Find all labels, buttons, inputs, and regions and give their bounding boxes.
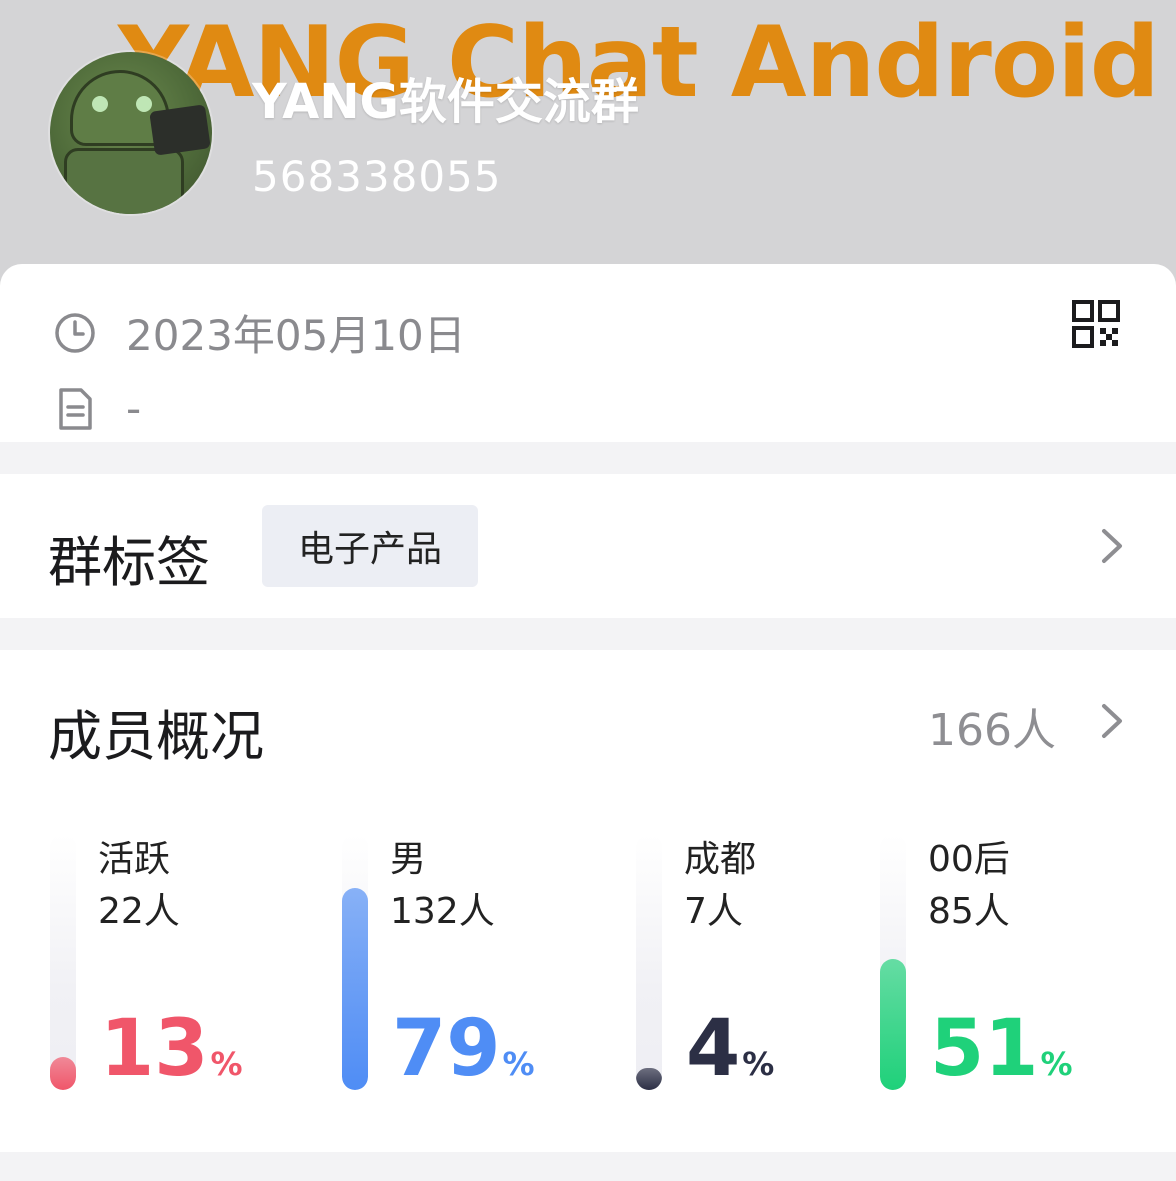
created-date: 2023年05月10日 bbox=[126, 311, 466, 360]
members-overview-card: 成员概况 166人 活跃 22人 13% 男 132人 79% 成都 7人 4%… bbox=[0, 650, 1176, 1152]
stat-bar-track bbox=[880, 834, 906, 1090]
stat-percent-value: 4 bbox=[686, 1004, 741, 1094]
percent-sign: % bbox=[502, 1045, 535, 1083]
group-description: - bbox=[126, 384, 142, 433]
stat-percent-value: 51 bbox=[930, 1004, 1039, 1094]
stat-count: 7人 bbox=[684, 891, 743, 932]
avatar-robot-body bbox=[64, 148, 184, 214]
qr-code-icon[interactable] bbox=[1072, 300, 1120, 348]
avatar-eye-right bbox=[136, 96, 152, 112]
stat-percent-value: 79 bbox=[392, 1004, 501, 1094]
stat-bar-fill bbox=[342, 888, 368, 1090]
group-tags-row[interactable]: 群标签 电子产品 bbox=[0, 474, 1176, 618]
group-profile-page: YANG Chat Android YANG软件交流群 568338055 20… bbox=[0, 0, 1176, 1181]
stat-bar-fill bbox=[880, 959, 906, 1090]
header-banner: YANG Chat Android YANG软件交流群 568338055 bbox=[0, 0, 1176, 290]
stat-male: 男 132人 79% bbox=[342, 830, 602, 1090]
members-count[interactable]: 166人 bbox=[928, 694, 1056, 758]
stat-label: 成都 bbox=[684, 839, 757, 880]
chevron-right-icon bbox=[1102, 529, 1122, 563]
clock-icon bbox=[52, 310, 98, 356]
stat-count: 132人 bbox=[390, 891, 495, 932]
stat-age: 00后 85人 51% bbox=[880, 830, 1140, 1090]
created-date-row: 2023年05月10日 bbox=[52, 302, 466, 363]
stat-percent: 4% bbox=[686, 1010, 774, 1088]
stat-label: 活跃 bbox=[98, 839, 171, 880]
stat-active: 活跃 22人 13% bbox=[50, 830, 310, 1090]
stat-percent: 79% bbox=[392, 1010, 535, 1088]
group-name: YANG软件交流群 bbox=[252, 74, 639, 130]
stat-count: 85人 bbox=[928, 891, 1010, 932]
description-row: - bbox=[52, 384, 141, 433]
stat-percent-value: 13 bbox=[100, 1004, 209, 1094]
stat-bar-fill bbox=[50, 1057, 76, 1090]
tags-title: 群标签 bbox=[48, 531, 210, 594]
group-avatar[interactable] bbox=[50, 52, 212, 214]
group-info-card: 2023年05月10日 - bbox=[0, 264, 1176, 442]
stat-label: 00后 bbox=[928, 839, 1010, 880]
stat-percent: 51% bbox=[930, 1010, 1073, 1088]
stat-bar-track bbox=[50, 834, 76, 1090]
document-icon bbox=[52, 386, 98, 432]
members-title: 成员概况 bbox=[48, 705, 264, 768]
stat-bar-fill bbox=[636, 1068, 662, 1090]
stat-count: 22人 bbox=[98, 891, 180, 932]
tag-chip[interactable]: 电子产品 bbox=[262, 505, 478, 587]
stat-label: 男 bbox=[390, 839, 427, 880]
percent-sign: % bbox=[742, 1045, 775, 1083]
percent-sign: % bbox=[1040, 1045, 1073, 1083]
percent-sign: % bbox=[210, 1045, 243, 1083]
chevron-right-icon[interactable] bbox=[1100, 702, 1124, 740]
stat-bar-track bbox=[342, 834, 368, 1090]
avatar-dark-accent bbox=[149, 104, 211, 156]
avatar-eye-left bbox=[92, 96, 108, 112]
stat-bar-track bbox=[636, 834, 662, 1090]
group-id[interactable]: 568338055 bbox=[252, 152, 502, 201]
stat-percent: 13% bbox=[100, 1010, 243, 1088]
stat-city: 成都 7人 4% bbox=[636, 830, 876, 1090]
